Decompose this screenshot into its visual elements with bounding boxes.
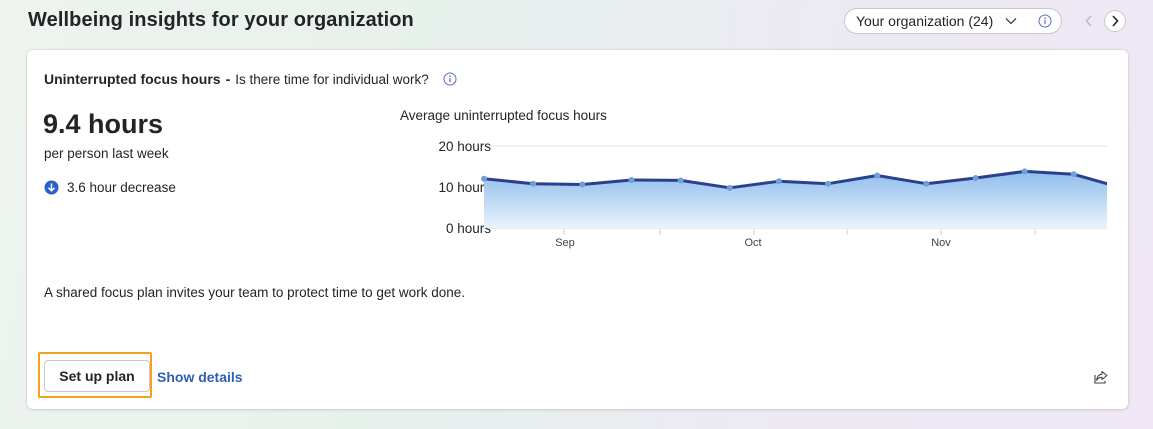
card-title-main: Uninterrupted focus hours (44, 71, 221, 87)
data-point[interactable] (972, 174, 979, 181)
data-point[interactable] (775, 178, 782, 185)
share-icon (1093, 369, 1109, 385)
card-title: Uninterrupted focus hours - Is there tim… (44, 71, 457, 87)
chart-title: Average uninterrupted focus hours (400, 108, 607, 123)
x-tick-label: Sep (555, 237, 575, 249)
x-tick-label: Oct (744, 237, 761, 249)
data-point[interactable] (530, 180, 537, 187)
info-icon[interactable] (1038, 14, 1052, 28)
description-text: A shared focus plan invites your team to… (44, 285, 465, 300)
metric-value: 9.4 hours (43, 109, 164, 139)
focus-hours-card: Uninterrupted focus hours - Is there tim… (27, 50, 1128, 409)
next-button[interactable] (1104, 10, 1126, 32)
y-tick-label: 20 hours (438, 139, 491, 154)
info-icon[interactable] (443, 72, 457, 86)
data-point[interactable] (874, 172, 881, 179)
card-subtitle: Is there time for individual work? (235, 71, 429, 87)
data-point[interactable] (825, 180, 832, 187)
data-point[interactable] (579, 181, 586, 188)
data-point[interactable] (1021, 168, 1028, 175)
trend-text: 3.6 hour decrease (67, 180, 176, 195)
y-tick-label: 10 hours (438, 180, 491, 195)
area-fill (484, 171, 1107, 228)
set-up-plan-button[interactable]: Set up plan (44, 360, 150, 392)
x-tick-label: Nov (931, 237, 951, 249)
metric-caption: per person last week (44, 146, 169, 161)
trend-indicator: 3.6 hour decrease (44, 180, 176, 195)
previous-button[interactable] (1078, 10, 1100, 32)
chevron-down-icon (1005, 17, 1017, 25)
chevron-right-icon (1111, 15, 1119, 27)
data-point[interactable] (481, 175, 487, 182)
data-point[interactable] (726, 184, 733, 191)
data-point[interactable] (628, 177, 635, 184)
organization-selector[interactable]: Your organization (24) (844, 8, 1062, 34)
page-title: Wellbeing insights for your organization (28, 9, 414, 31)
share-button[interactable] (1091, 367, 1111, 387)
data-point[interactable] (923, 180, 930, 187)
organization-selector-value: Your organization (24) (856, 13, 994, 29)
card-title-separator: - (225, 71, 231, 87)
arrow-down-circle-icon (44, 180, 59, 195)
data-point[interactable] (677, 177, 684, 184)
show-details-link[interactable]: Show details (157, 369, 243, 385)
data-point[interactable] (1070, 171, 1077, 178)
focus-hours-chart: 20 hours10 hours0 hours Sep Oct Nov (438, 139, 1107, 249)
chevron-left-icon (1085, 15, 1093, 27)
